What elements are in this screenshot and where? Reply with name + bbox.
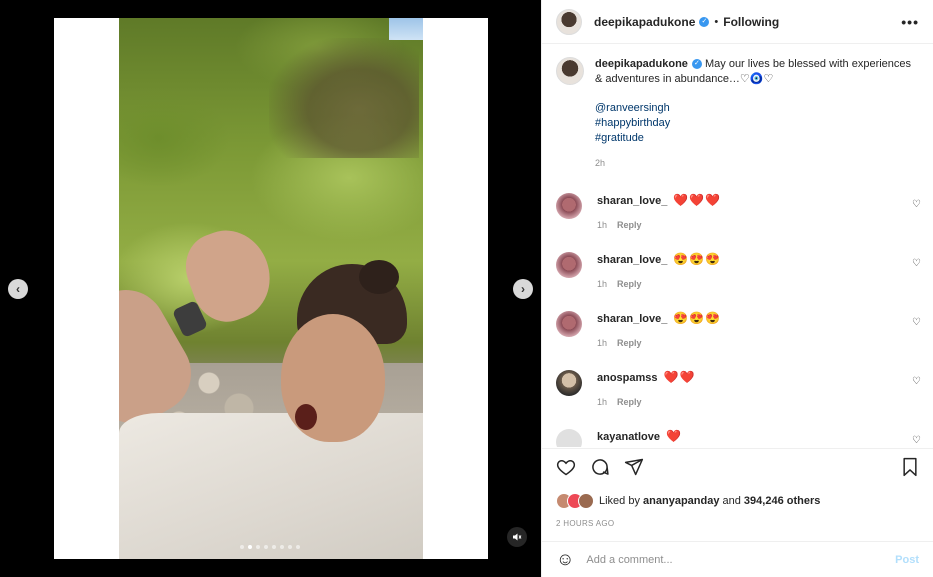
author-avatar[interactable] (556, 8, 582, 35)
previous-media-button[interactable]: ‹ (8, 279, 28, 299)
carousel-dot-active (248, 545, 252, 549)
comment-item: kayanatlove ❤️ ♡ (556, 429, 923, 447)
reply-button[interactable]: Reply (617, 220, 642, 230)
likes-count-link[interactable]: 394,246 others (744, 495, 820, 507)
carousel-dot (272, 545, 276, 549)
comment-time: 1h (597, 397, 608, 407)
commenter-username[interactable]: kayanatlove (597, 431, 660, 443)
like-button[interactable] (556, 457, 576, 481)
comment-text: ❤️❤️ (663, 370, 696, 384)
commenter-avatar[interactable] (556, 193, 582, 219)
liker-avatar (578, 493, 594, 509)
commenter-avatar[interactable] (556, 252, 582, 278)
caption-username[interactable]: deepikapadukone (595, 58, 688, 70)
action-bar (542, 448, 933, 488)
author-username[interactable]: deepikapadukone (594, 15, 695, 29)
comment-item: sharan_love_ 😍😍😍 1h Reply ♡ (556, 252, 923, 289)
comment-item: sharan_love_ ❤️❤️❤️ 1h Reply ♡ (556, 193, 923, 230)
post-timestamp: 2 HOURS AGO (556, 519, 615, 528)
next-media-button[interactable]: › (513, 279, 533, 299)
like-comment-heart-icon[interactable]: ♡ (912, 435, 921, 446)
header-separator: • (714, 15, 719, 28)
comment-time: 1h (597, 279, 608, 289)
comment-button[interactable] (590, 457, 610, 481)
post-photo[interactable] (119, 18, 423, 559)
comment-input[interactable] (586, 553, 896, 566)
hashtag-link[interactable]: #happybirthday (595, 116, 915, 131)
comment-time: 1h (597, 338, 608, 348)
liker-username-link[interactable]: ananyapanday (643, 495, 719, 507)
carousel-dot (296, 545, 300, 549)
comment-text: ❤️ (665, 429, 682, 443)
verified-badge-icon: ✓ (699, 16, 710, 27)
post-comment-button[interactable]: Post (895, 554, 919, 566)
carousel-dot (240, 545, 244, 549)
carousel-dot (264, 545, 268, 549)
bookmark-icon (903, 457, 917, 476)
mute-button[interactable] (507, 527, 527, 547)
comment-text: 😍😍😍 (673, 252, 722, 266)
hashtag-link[interactable]: #gratitude (595, 131, 915, 146)
like-comment-heart-icon[interactable]: ♡ (912, 317, 921, 328)
heart-icon (556, 459, 576, 475)
reply-button[interactable]: Reply (617, 397, 642, 407)
comment-time: 1h (597, 220, 608, 230)
commenter-username[interactable]: sharan_love_ (597, 313, 667, 325)
caption: deepikapadukone ✓ May our lives be blesse… (556, 57, 923, 171)
commenter-username[interactable]: anospamss (597, 372, 658, 384)
comments-list[interactable]: deepikapadukone ✓ May our lives be blesse… (542, 45, 933, 447)
like-comment-heart-icon[interactable]: ♡ (912, 258, 921, 269)
caption-avatar[interactable] (556, 57, 584, 85)
chevron-left-icon: ‹ (16, 282, 20, 296)
caption-time: 2h (595, 158, 606, 168)
post-modal: ‹ › deepikapadukone ✓ • Following ••• de… (0, 0, 933, 577)
commenter-avatar[interactable] (556, 311, 582, 337)
commenter-username[interactable]: sharan_love_ (597, 195, 667, 207)
reply-button[interactable]: Reply (617, 338, 642, 348)
comment-item: anospamss ❤️❤️ 1h Reply ♡ (556, 370, 923, 407)
comment-item: sharan_love_ 😍😍😍 1h Reply ♡ (556, 311, 923, 348)
commenter-avatar[interactable] (556, 429, 582, 447)
reply-button[interactable]: Reply (617, 279, 642, 289)
comment-text: ❤️❤️❤️ (673, 193, 722, 207)
carousel-dot (288, 545, 292, 549)
likes-summary: Liked by ananyapanday and 394,246 others (556, 493, 820, 509)
carousel-dots (240, 545, 300, 549)
verified-badge-icon: ✓ (691, 59, 702, 70)
comment-text: 😍😍😍 (673, 311, 722, 325)
paper-plane-icon (624, 458, 644, 475)
more-options-icon[interactable]: ••• (901, 14, 919, 30)
commenter-username[interactable]: sharan_love_ (597, 254, 667, 266)
save-button[interactable] (901, 457, 919, 481)
post-header: deepikapadukone ✓ • Following ••• (542, 0, 933, 44)
post-sidebar: deepikapadukone ✓ • Following ••• deepik… (541, 0, 933, 577)
media-panel: ‹ › (0, 0, 541, 577)
chevron-right-icon: › (521, 282, 525, 296)
commenter-avatar[interactable] (556, 370, 582, 396)
media-frame (54, 18, 488, 559)
carousel-dot (256, 545, 260, 549)
share-button[interactable] (624, 457, 644, 481)
like-comment-heart-icon[interactable]: ♡ (912, 376, 921, 387)
emoji-picker-icon[interactable]: ☺ (556, 549, 574, 570)
carousel-dot (280, 545, 284, 549)
comment-bubble-icon (592, 458, 609, 475)
mention-link[interactable]: @ranveersingh (595, 101, 915, 116)
following-button[interactable]: Following (723, 15, 779, 29)
like-comment-heart-icon[interactable]: ♡ (912, 199, 921, 210)
comment-composer: ☺ Post (542, 541, 933, 577)
speaker-muted-icon (513, 533, 522, 541)
